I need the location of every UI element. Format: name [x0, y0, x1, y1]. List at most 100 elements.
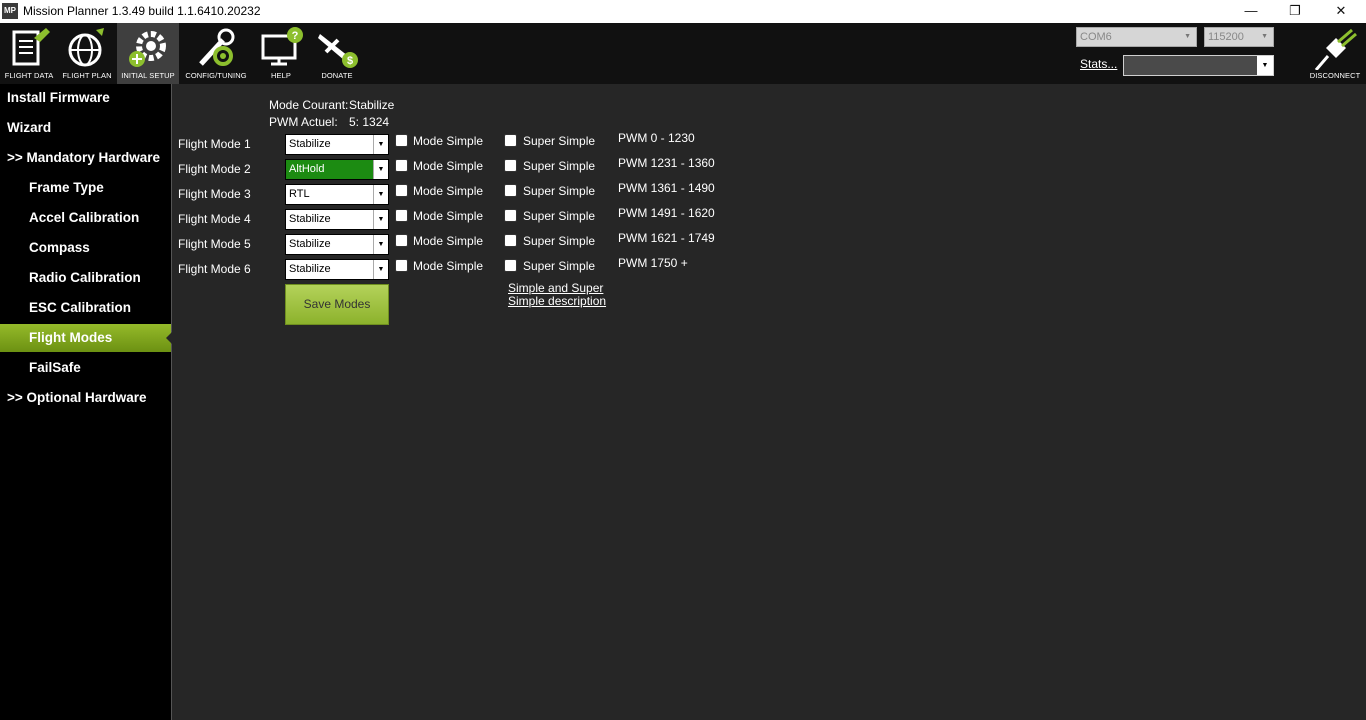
help-button[interactable]: ? HELP [253, 23, 309, 84]
donate-label: DONATE [321, 71, 353, 80]
port-select[interactable]: COM6 ▼ [1076, 27, 1197, 47]
chevron-down-icon: ▼ [373, 185, 388, 204]
flight-data-button[interactable]: FLIGHT DATA [0, 23, 58, 84]
disconnect-label: DISCONNECT [1309, 71, 1361, 80]
sidebar-item-flight-modes[interactable]: Flight Modes [0, 324, 172, 352]
sidebar-item-accel-calibration[interactable]: Accel Calibration [0, 204, 171, 232]
stats-link[interactable]: Stats... [1080, 57, 1117, 71]
flight-mode-1-value: Stabilize [289, 138, 331, 150]
sidebar-item-install-firmware[interactable]: Install Firmware [0, 84, 171, 112]
baud-select[interactable]: 115200 ▼ [1204, 27, 1274, 47]
pwm-value: 5: 1324 [349, 115, 390, 129]
flight-mode-1-super-simple-label: Super Simple [523, 134, 596, 148]
sidebar-item-optional-hardware[interactable]: >> Optional Hardware [0, 384, 171, 412]
baud-value: 115200 [1208, 31, 1244, 43]
flight-mode-4-super-simple-label: Super Simple [523, 209, 596, 223]
sidebar-item-frame-type[interactable]: Frame Type [0, 174, 171, 202]
flight-mode-3-super-simple-label: Super Simple [523, 184, 596, 198]
flight-mode-5-select[interactable]: Stabilize ▼ [285, 234, 389, 255]
flight-mode-3-super-simple-checkbox[interactable] [504, 184, 517, 197]
flight-mode-6-simple-label: Mode Simple [413, 259, 484, 273]
svg-text:?: ? [292, 30, 299, 42]
flight-mode-4-value: Stabilize [289, 213, 331, 225]
window-title: Mission Planner 1.3.49 build 1.1.6410.20… [23, 4, 261, 18]
flight-data-label: FLIGHT DATA [4, 71, 54, 80]
flight-mode-2-super-simple-checkbox[interactable] [504, 159, 517, 172]
flight-mode-2-super-simple-label: Super Simple [523, 159, 596, 173]
flight-mode-2-label: Flight Mode 2 [178, 162, 251, 176]
flight-mode-6-select[interactable]: Stabilize ▼ [285, 259, 389, 280]
main-toolbar: FLIGHT DATA FLIGHT PLAN INITIAL SETUP CO… [0, 23, 1366, 84]
flight-mode-4-simple-checkbox[interactable] [395, 209, 408, 222]
chevron-down-icon: ▼ [373, 135, 388, 154]
chevron-down-icon: ▼ [373, 160, 388, 179]
flight-mode-6-label: Flight Mode 6 [178, 262, 251, 276]
flight-plan-label: FLIGHT PLAN [62, 71, 112, 80]
flight-mode-6-super-simple-label: Super Simple [523, 259, 596, 273]
flight-mode-5-simple-label: Mode Simple [413, 234, 484, 248]
flight-mode-1-super-simple-checkbox[interactable] [504, 134, 517, 147]
flight-mode-4-label: Flight Mode 4 [178, 212, 251, 226]
flight-mode-3-simple-label: Mode Simple [413, 184, 484, 198]
flight-modes-panel: Mode Courant: Stabilize PWM Actuel: 5: 1… [173, 84, 1366, 720]
flight-mode-6-value: Stabilize [289, 263, 331, 275]
minimize-button[interactable]: — [1228, 0, 1274, 23]
stats-select[interactable]: ▼ [1123, 55, 1274, 76]
flight-mode-2-simple-checkbox[interactable] [395, 159, 408, 172]
initial-setup-button[interactable]: INITIAL SETUP [117, 23, 179, 84]
app-icon: MP [2, 3, 18, 19]
title-bar: MP Mission Planner 1.3.49 build 1.1.6410… [0, 0, 1366, 23]
disconnect-icon [1314, 28, 1357, 70]
current-mode-label: Mode Courant: [269, 98, 349, 112]
config-tuning-button[interactable]: CONFIG/TUNING [181, 23, 251, 84]
flight-mode-3-simple-checkbox[interactable] [395, 184, 408, 197]
flight-mode-5-pwm-range: PWM 1621 - 1749 [618, 231, 715, 245]
simple-description-link-line2: Simple description [508, 294, 607, 308]
sidebar-item-compass[interactable]: Compass [0, 234, 171, 262]
flight-mode-3-label: Flight Mode 3 [178, 187, 251, 201]
flight-mode-4-pwm-range: PWM 1491 - 1620 [618, 206, 715, 220]
flight-mode-2-value: AltHold [289, 163, 325, 175]
port-value: COM6 [1080, 31, 1112, 43]
flight-mode-5-simple-checkbox[interactable] [395, 234, 408, 247]
flight-mode-6-super-simple-checkbox[interactable] [504, 259, 517, 272]
simple-description-link[interactable]: Simple and Super Simple description [508, 282, 606, 308]
svg-text:$: $ [347, 55, 353, 67]
flight-mode-4-simple-label: Mode Simple [413, 209, 484, 223]
flight-mode-3-pwm-range: PWM 1361 - 1490 [618, 181, 715, 195]
sidebar-item-radio-calibration[interactable]: Radio Calibration [0, 264, 171, 292]
save-modes-button[interactable]: Save Modes [285, 284, 389, 325]
flight-mode-5-super-simple-checkbox[interactable] [504, 234, 517, 247]
sidebar-item-failsafe[interactable]: FailSafe [0, 354, 171, 382]
sidebar-item-mandatory-hardware[interactable]: >> Mandatory Hardware [0, 144, 171, 172]
initial-setup-icon [129, 31, 166, 67]
initial-setup-label: INITIAL SETUP [121, 71, 175, 80]
flight-mode-6-simple-checkbox[interactable] [395, 259, 408, 272]
restore-button[interactable]: ❐ [1272, 0, 1318, 23]
chevron-down-icon: ▼ [1184, 33, 1191, 40]
sidebar-item-wizard[interactable]: Wizard [0, 114, 171, 142]
flight-plan-button[interactable]: FLIGHT PLAN [58, 23, 116, 84]
flight-mode-4-super-simple-checkbox[interactable] [504, 209, 517, 222]
sidebar-item-esc-calibration[interactable]: ESC Calibration [0, 294, 171, 322]
help-label: HELP [271, 71, 291, 80]
flight-mode-5-super-simple-label: Super Simple [523, 234, 596, 248]
flight-mode-2-simple-label: Mode Simple [413, 159, 484, 173]
flight-mode-1-simple-checkbox[interactable] [395, 134, 408, 147]
disconnect-button[interactable]: DISCONNECT [1304, 23, 1366, 84]
flight-mode-1-select[interactable]: Stabilize ▼ [285, 134, 389, 155]
chevron-down-icon: ▼ [1261, 33, 1268, 40]
flight-mode-3-select[interactable]: RTL ▼ [285, 184, 389, 205]
flight-mode-1-simple-label: Mode Simple [413, 134, 484, 148]
flight-mode-1-pwm-range: PWM 0 - 1230 [618, 131, 695, 145]
close-button[interactable]: ✕ [1318, 0, 1364, 23]
flight-mode-1-label: Flight Mode 1 [178, 137, 251, 151]
flight-mode-6-pwm-range: PWM 1750 + [618, 256, 688, 270]
flight-plan-icon [68, 28, 104, 67]
flight-mode-4-select[interactable]: Stabilize ▼ [285, 209, 389, 230]
flight-mode-2-select[interactable]: AltHold ▼ [285, 159, 389, 180]
chevron-down-icon: ▼ [373, 260, 388, 279]
chevron-down-icon: ▼ [1257, 56, 1273, 75]
donate-button[interactable]: $ DONATE [311, 23, 363, 84]
flight-data-icon [12, 28, 50, 66]
